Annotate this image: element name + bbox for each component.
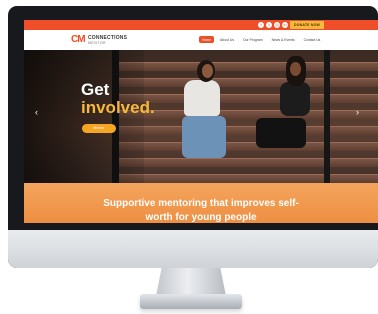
monitor-chin bbox=[8, 230, 378, 268]
stair-step bbox=[119, 94, 378, 103]
donate-button[interactable]: DONATE NOW bbox=[290, 21, 324, 29]
hero-headline-line1: Get bbox=[81, 80, 110, 99]
mission-banner: Supportive mentoring that improves self-… bbox=[24, 183, 378, 223]
stair-step bbox=[119, 142, 378, 151]
stair-step bbox=[119, 158, 378, 167]
logo-mark: CM bbox=[71, 34, 86, 45]
instagram-icon[interactable]: ◎ bbox=[274, 22, 280, 28]
linkedin-icon[interactable]: in bbox=[282, 22, 288, 28]
banner-title: Supportive mentoring that improves self-… bbox=[24, 197, 378, 223]
top-bar: f t ◎ in DONATE NOW bbox=[24, 20, 378, 30]
nav-item-news-events[interactable]: News & Events bbox=[269, 36, 298, 43]
slider-prev-arrow-icon[interactable]: ‹ bbox=[35, 107, 38, 117]
hero-headline: Get involved. bbox=[81, 81, 155, 117]
main-menu: Home About Us Our Program News & Events … bbox=[199, 36, 323, 43]
logo-tagline: MENTOR bbox=[88, 41, 106, 45]
slider-next-arrow-icon[interactable]: › bbox=[356, 107, 359, 117]
website-screen: f t ◎ in DONATE NOW CM CONNECTIONS MENTO… bbox=[24, 20, 378, 223]
stair-step bbox=[119, 62, 378, 71]
facebook-icon[interactable]: f bbox=[258, 22, 264, 28]
social-icons: f t ◎ in bbox=[258, 22, 288, 28]
hero-headline-line2: involved. bbox=[81, 98, 155, 117]
stair-step bbox=[119, 126, 378, 135]
mentor-photo-legs bbox=[182, 116, 226, 158]
mentee-photo-face bbox=[290, 62, 301, 76]
nav-item-contact-us[interactable]: Contact Us bbox=[301, 36, 324, 43]
stair-railing-right bbox=[324, 50, 330, 183]
mentor-photo-face bbox=[202, 64, 213, 78]
twitter-icon[interactable]: t bbox=[266, 22, 272, 28]
stair-step bbox=[119, 78, 378, 87]
navigation-bar: CM CONNECTIONS MENTOR Home About Us Our … bbox=[24, 30, 378, 50]
mentor-button[interactable]: Mentor bbox=[82, 124, 116, 133]
monitor-stand-base bbox=[140, 294, 242, 309]
banner-title-line1: Supportive mentoring that improves self- bbox=[103, 198, 299, 209]
hero-slider: Get involved. Mentor ‹ › bbox=[24, 50, 378, 183]
mentee-photo-body bbox=[280, 82, 310, 116]
stair-step bbox=[119, 110, 378, 119]
mentee-photo-legs bbox=[256, 118, 306, 148]
nav-item-our-program[interactable]: Our Program bbox=[240, 36, 266, 43]
monitor-stand-neck bbox=[156, 268, 226, 296]
nav-item-home[interactable]: Home bbox=[199, 36, 215, 43]
stair-step bbox=[119, 174, 378, 183]
mentor-photo-body bbox=[184, 80, 220, 116]
banner-title-line2: worth for young people bbox=[145, 212, 257, 223]
nav-item-about-us[interactable]: About Us bbox=[217, 36, 237, 43]
